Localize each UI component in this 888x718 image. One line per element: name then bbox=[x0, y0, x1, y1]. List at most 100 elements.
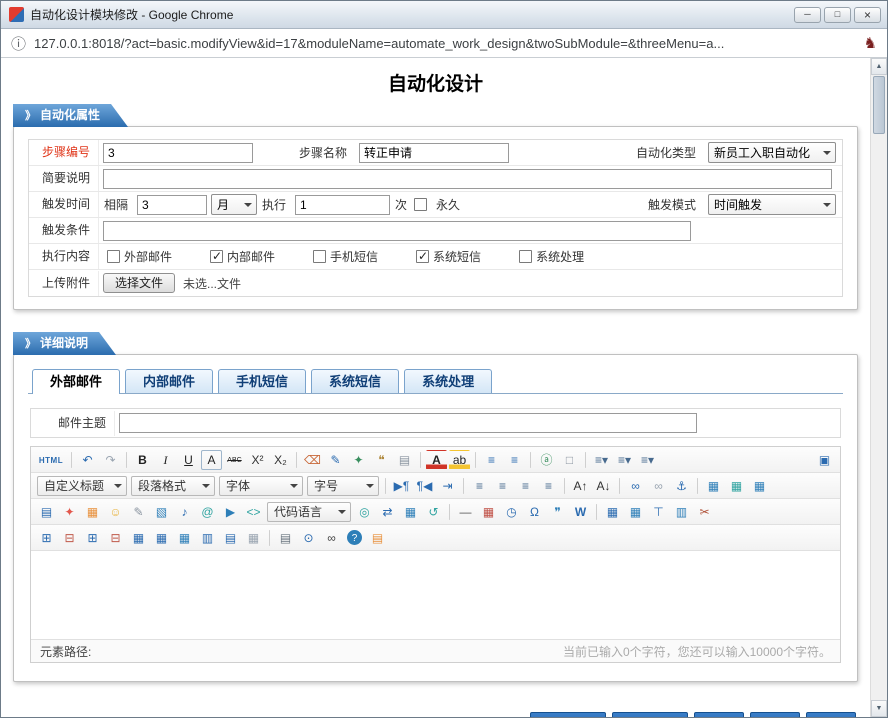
font-family-select[interactable]: 字体 bbox=[219, 476, 303, 496]
merge-cells-icon[interactable]: ▦ bbox=[174, 528, 195, 548]
checkbox[interactable] bbox=[313, 250, 326, 263]
unordered-list-icon[interactable]: ≡ bbox=[504, 450, 525, 470]
unlink-icon[interactable]: ∞ bbox=[648, 476, 669, 496]
checkbox-system-sms[interactable]: 系统短信 bbox=[414, 248, 481, 265]
checkbox[interactable] bbox=[107, 250, 120, 263]
split-row-icon[interactable]: ▥ bbox=[197, 528, 218, 548]
checkbox-label[interactable]: 系统短信 bbox=[433, 248, 481, 265]
fullscreen-icon[interactable]: ▣ bbox=[814, 450, 835, 470]
close-button-window[interactable]: × bbox=[854, 7, 881, 23]
tab-system-sms[interactable]: 系统短信 bbox=[311, 369, 399, 393]
font-color-icon[interactable]: A bbox=[426, 450, 447, 470]
paragraph-select[interactable]: 段落格式 bbox=[131, 476, 215, 496]
bold-icon[interactable]: B bbox=[132, 450, 153, 470]
align-center-icon[interactable]: ≡ bbox=[492, 476, 513, 496]
word-image-icon[interactable]: W bbox=[570, 502, 591, 522]
ordered-list-icon[interactable]: ≡ bbox=[481, 450, 502, 470]
editor-content[interactable] bbox=[31, 551, 840, 639]
link-icon[interactable]: ∞ bbox=[625, 476, 646, 496]
anchor-icon[interactable]: ⓐ bbox=[536, 450, 557, 470]
checkbox-system-process[interactable]: 系统处理 bbox=[517, 248, 584, 265]
trigger-cond-input[interactable] bbox=[103, 221, 691, 241]
custom-title-select[interactable]: 自定义标题 bbox=[37, 476, 127, 496]
tab-external-mail[interactable]: 外部邮件 bbox=[32, 369, 120, 394]
preview-page-icon[interactable]: ◎ bbox=[354, 502, 375, 522]
font-size-up-icon[interactable]: A↑ bbox=[570, 476, 591, 496]
insert-code-icon[interactable]: <> bbox=[243, 502, 264, 522]
split-cells-icon[interactable]: ▦ bbox=[243, 528, 264, 548]
checkbox-label[interactable]: 系统处理 bbox=[536, 248, 584, 265]
new-document-icon[interactable]: ▤ bbox=[367, 528, 388, 548]
brief-input[interactable] bbox=[103, 169, 832, 189]
redo-icon[interactable]: ↷ bbox=[100, 450, 121, 470]
scrollbar[interactable]: ▲ ▼ bbox=[870, 58, 887, 717]
table-title-icon[interactable]: ⊤ bbox=[648, 502, 669, 522]
image-align-none-icon[interactable]: ▦ bbox=[703, 476, 724, 496]
checkbox[interactable] bbox=[519, 250, 532, 263]
auto-type-select[interactable]: 新员工入职自动化 bbox=[708, 142, 836, 163]
image-align-right-icon[interactable]: ▦ bbox=[749, 476, 770, 496]
print-settings-button[interactable]: 打印设置 bbox=[530, 712, 606, 717]
preview-icon[interactable]: ⊙ bbox=[298, 528, 319, 548]
delete-col-icon[interactable]: ⊟ bbox=[105, 528, 126, 548]
close-button[interactable]: 关闭 bbox=[806, 712, 856, 717]
choose-file-button[interactable]: 选择文件 bbox=[103, 273, 175, 293]
rtl-icon[interactable]: ¶◀ bbox=[414, 476, 435, 496]
attachment-icon[interactable]: @ bbox=[197, 502, 218, 522]
font-size-select[interactable]: 字号 bbox=[307, 476, 379, 496]
url-text[interactable]: 127.0.0.1:8018/?act=basic.modifyView&id=… bbox=[34, 36, 856, 51]
checkbox-phone-sms[interactable]: 手机短信 bbox=[311, 248, 378, 265]
insert-col-icon[interactable]: ⊞ bbox=[82, 528, 103, 548]
format-brush-icon[interactable]: ✎ bbox=[325, 450, 346, 470]
merge-right-icon[interactable]: ▦ bbox=[128, 528, 149, 548]
clear-doc-icon[interactable]: □ bbox=[559, 450, 580, 470]
insert-frame-icon[interactable]: ▤ bbox=[36, 502, 57, 522]
image-align-left-icon[interactable]: ▦ bbox=[726, 476, 747, 496]
help-icon[interactable]: ? bbox=[347, 530, 362, 545]
row-spacing-bottom-icon[interactable]: ≡▾ bbox=[614, 450, 635, 470]
scrollbar-track[interactable] bbox=[871, 135, 887, 700]
insert-table-icon[interactable]: ▦ bbox=[602, 502, 623, 522]
delete-row-icon[interactable]: ⊟ bbox=[59, 528, 80, 548]
align-left-icon[interactable]: ≡ bbox=[469, 476, 490, 496]
image-icon[interactable]: ▦ bbox=[82, 502, 103, 522]
special-chars-icon[interactable]: Ω bbox=[524, 502, 545, 522]
tab-phone-sms[interactable]: 手机短信 bbox=[218, 369, 306, 393]
checkbox-label[interactable]: 内部邮件 bbox=[227, 248, 275, 265]
window-titlebar[interactable]: 自动化设计模块修改 - Google Chrome ─ □ × bbox=[1, 1, 887, 29]
underline-icon[interactable]: U bbox=[178, 450, 199, 470]
step-number-input[interactable] bbox=[103, 143, 253, 163]
highlight-color-icon[interactable]: ab bbox=[449, 450, 470, 470]
maximize-button[interactable]: □ bbox=[824, 7, 851, 23]
insert-caption-icon[interactable]: ▥ bbox=[671, 502, 692, 522]
horizontal-rule-icon[interactable]: — bbox=[455, 502, 476, 522]
align-justify-icon[interactable]: ≡ bbox=[538, 476, 559, 496]
time-icon[interactable]: ◷ bbox=[501, 502, 522, 522]
indent-icon[interactable]: ⇥ bbox=[437, 476, 458, 496]
tab-system-process[interactable]: 系统处理 bbox=[404, 369, 492, 393]
comment-icon[interactable]: ❞ bbox=[547, 502, 568, 522]
split-col-icon[interactable]: ▤ bbox=[220, 528, 241, 548]
font-size-down-icon[interactable]: A↓ bbox=[593, 476, 614, 496]
checkbox[interactable] bbox=[210, 250, 223, 263]
print-button[interactable]: 打印 bbox=[694, 712, 744, 717]
checkbox-label[interactable]: 外部邮件 bbox=[124, 248, 172, 265]
template-icon[interactable]: ▦ bbox=[400, 502, 421, 522]
date-icon[interactable]: ▦ bbox=[478, 502, 499, 522]
page-break-icon[interactable]: ⇄ bbox=[377, 502, 398, 522]
align-right-icon[interactable]: ≡ bbox=[515, 476, 536, 496]
scroll-down-button[interactable]: ▼ bbox=[871, 700, 887, 717]
source-icon[interactable]: HTML bbox=[36, 450, 66, 470]
print-icon[interactable]: ▤ bbox=[275, 528, 296, 548]
print-preview-button[interactable]: 打印预览 bbox=[612, 712, 688, 717]
auto-typeset-icon[interactable]: ✦ bbox=[348, 450, 369, 470]
checkbox-external-mail[interactable]: 外部邮件 bbox=[105, 248, 172, 265]
music-icon[interactable]: ♪ bbox=[174, 502, 195, 522]
interval-input[interactable] bbox=[137, 195, 207, 215]
italic-icon[interactable]: I bbox=[155, 450, 176, 470]
paste-text-icon[interactable]: ▤ bbox=[394, 450, 415, 470]
extension-icon[interactable]: ♞ bbox=[864, 34, 877, 52]
step-name-input[interactable] bbox=[359, 143, 509, 163]
emoticon-icon[interactable]: ☺ bbox=[105, 502, 126, 522]
insert-row-icon[interactable]: ⊞ bbox=[36, 528, 57, 548]
